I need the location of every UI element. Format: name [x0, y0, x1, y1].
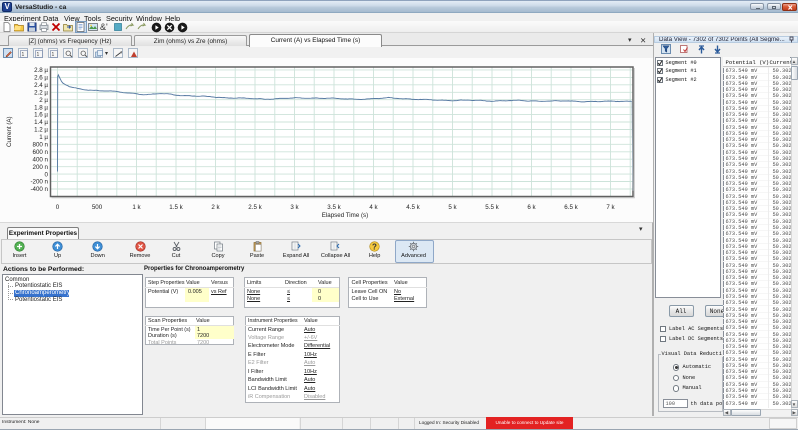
svg-text:1.8 µ: 1.8 µ	[34, 104, 48, 111]
svg-text:6 k: 6 k	[527, 204, 536, 211]
svg-text:0: 0	[56, 204, 60, 211]
svg-text:1.2 µ: 1.2 µ	[34, 127, 48, 134]
svg-text:4 k: 4 k	[369, 204, 378, 211]
svg-text:1: 1	[21, 52, 24, 58]
svg-text:400 n: 400 n	[33, 156, 49, 163]
svg-text:2 µ: 2 µ	[39, 97, 48, 104]
svg-text:5 k: 5 k	[448, 204, 457, 211]
svg-text:500: 500	[92, 204, 103, 211]
svg-text:5.5 k: 5.5 k	[485, 204, 499, 211]
svg-text:Current (A): Current (A)	[6, 116, 13, 147]
svg-text:7 k: 7 k	[606, 204, 615, 211]
svg-text:?: ?	[372, 242, 377, 251]
svg-text:2.6 µ: 2.6 µ	[34, 75, 48, 82]
svg-text:1.6 µ: 1.6 µ	[34, 112, 48, 119]
svg-text:4.5 k: 4.5 k	[406, 204, 420, 211]
svg-text:600 n: 600 n	[33, 149, 49, 156]
svg-text:0: 0	[45, 171, 49, 178]
svg-text:200 n: 200 n	[33, 164, 49, 171]
svg-text:2.8 µ: 2.8 µ	[34, 67, 48, 74]
svg-text:1.5 k: 1.5 k	[169, 204, 183, 211]
svg-text:1 k: 1 k	[132, 204, 141, 211]
svg-text:2.5 k: 2.5 k	[248, 204, 262, 211]
svg-text:3 k: 3 k	[290, 204, 299, 211]
svg-text:6.5 k: 6.5 k	[564, 204, 578, 211]
svg-text:2 k: 2 k	[211, 204, 220, 211]
svg-text:1: 1	[36, 52, 39, 58]
svg-text:-400 n: -400 n	[30, 186, 48, 193]
svg-text:1 µ: 1 µ	[39, 134, 48, 141]
svg-text:-200 n: -200 n	[30, 179, 48, 186]
svg-text:&ʹ: &ʹ	[100, 22, 108, 32]
svg-text:3.5 k: 3.5 k	[327, 204, 341, 211]
svg-text:2.4 µ: 2.4 µ	[34, 82, 48, 89]
svg-text:2.2 µ: 2.2 µ	[34, 89, 48, 96]
svg-text:1: 1	[51, 52, 54, 58]
svg-text:1.4 µ: 1.4 µ	[34, 119, 48, 126]
svg-text:800 n: 800 n	[33, 142, 49, 149]
svg-text:Elapsed Time (s): Elapsed Time (s)	[322, 212, 368, 219]
